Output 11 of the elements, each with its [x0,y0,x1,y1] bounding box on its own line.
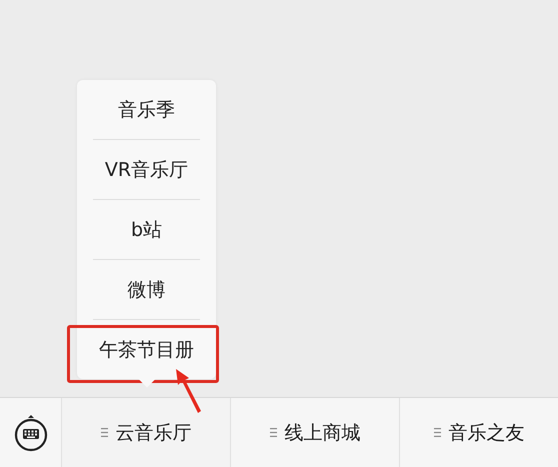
submenu-item[interactable]: VR音乐厅 [77,140,216,199]
keyboard-icon[interactable] [14,414,48,452]
menu-button[interactable]: 线上商城 [231,398,400,467]
menu-lines-icon [100,428,108,437]
submenu-item[interactable]: b站 [77,200,216,259]
submenu-item[interactable]: 音乐季 [77,80,216,139]
arrow-annotation [176,369,201,413]
menu-lines-icon [270,428,276,437]
menu-lines-icon [434,428,440,437]
menu-button[interactable]: 音乐之友 [400,398,558,467]
submenu-item[interactable]: 微博 [77,260,216,319]
